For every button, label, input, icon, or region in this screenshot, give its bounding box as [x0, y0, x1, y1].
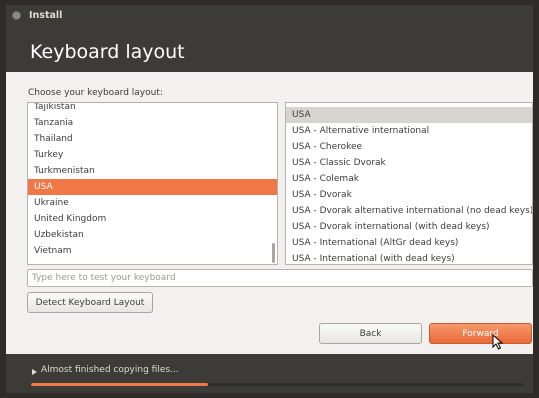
list-item[interactable]: USA - Alternative international: [286, 123, 532, 139]
list-item[interactable]: Thailand: [28, 131, 277, 147]
list-item[interactable]: Turkey: [28, 147, 277, 163]
layout-prompt: Choose your keyboard layout:: [28, 88, 163, 98]
list-item[interactable]: USA - Dvorak: [286, 187, 532, 203]
list-item[interactable]: Tajikistan: [28, 103, 277, 115]
window-title: Install: [29, 9, 63, 21]
status-footer: Almost finished copying files...: [6, 354, 533, 393]
expand-triangle-icon[interactable]: [32, 369, 37, 375]
list-item[interactable]: USA: [28, 179, 277, 195]
list-item[interactable]: USA - Cherokee: [286, 139, 532, 155]
forward-button[interactable]: Forward: [429, 323, 532, 344]
list-item[interactable]: Vietnam: [28, 243, 277, 259]
list-item[interactable]: United Kingdom: [28, 211, 277, 227]
title-bar: Install: [6, 5, 533, 25]
copy-status-text: Almost finished copying files...: [41, 365, 179, 375]
list-item[interactable]: USA - International (AltGr dead keys): [286, 235, 532, 251]
mouse-pointer-icon: [492, 334, 504, 350]
list-item[interactable]: USA - Classic Dvorak: [286, 155, 532, 171]
layout-list-scrollbar[interactable]: [272, 243, 275, 263]
list-item[interactable]: USA - Colemak: [286, 171, 532, 187]
list-item[interactable]: USA - Dvorak alternative international (…: [286, 203, 532, 219]
copy-progress-fill: [31, 383, 209, 386]
list-item[interactable]: USA - International (with dead keys): [286, 251, 532, 264]
keyboard-variant-list[interactable]: USA USA - Alternative international USA - …: [285, 102, 533, 265]
page-title: Keyboard layout: [30, 41, 185, 63]
installer-window: Install Keyboard layout Choose your keyb…: [6, 5, 533, 393]
keyboard-layout-list[interactable]: Tajikistan Tanzania Thailand Turkey Turkmeni…: [27, 102, 278, 265]
list-item[interactable]: Turkmenistan: [28, 163, 277, 179]
keyboard-test-input[interactable]: [27, 269, 533, 287]
detect-layout-button[interactable]: Detect Keyboard Layout: [27, 292, 153, 313]
copy-progress-bar: [31, 383, 523, 386]
page-header: Keyboard layout: [6, 25, 533, 72]
list-item[interactable]: Uzbekistan: [28, 227, 277, 243]
back-button[interactable]: Back: [319, 323, 422, 344]
list-item[interactable]: Ukraine: [28, 195, 277, 211]
list-item[interactable]: USA: [286, 107, 532, 123]
close-icon[interactable]: [12, 10, 21, 20]
list-item[interactable]: Tanzania: [28, 115, 277, 131]
list-item[interactable]: USA - Dvorak international (with dead ke…: [286, 219, 532, 235]
